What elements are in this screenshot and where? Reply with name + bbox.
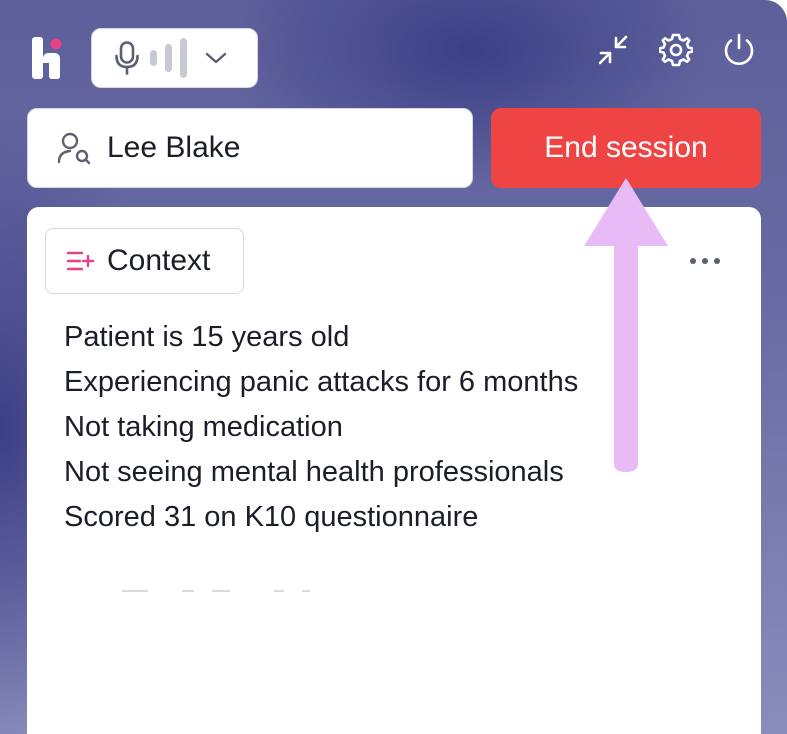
tab-context-label: Context <box>107 244 211 277</box>
context-note: Scored 31 on K10 questionnaire <box>64 501 479 533</box>
gear-icon[interactable] <box>659 33 693 67</box>
context-note: Patient is 15 years old <box>64 321 350 353</box>
tab-context[interactable]: Context <box>45 228 244 294</box>
patient-search-field[interactable]: Lee Blake <box>27 108 473 188</box>
audio-level-bars-icon <box>150 38 187 78</box>
app-window: Lee Blake End session Context Patient is… <box>0 0 787 734</box>
power-icon[interactable] <box>722 33 756 67</box>
list-add-icon <box>66 251 94 271</box>
faded-text-remnant <box>64 585 324 597</box>
context-note: Experiencing panic attacks for 6 months <box>64 366 579 398</box>
patient-name: Lee Blake <box>107 131 241 164</box>
microphone-dropdown[interactable] <box>91 28 258 88</box>
context-note: Not taking medication <box>64 411 343 443</box>
more-horizontal-icon[interactable] <box>690 255 722 267</box>
brand-logo-icon <box>32 37 62 79</box>
microphone-icon <box>115 41 139 75</box>
context-notes-list: Patient is 15 years old Experiencing pan… <box>64 319 578 544</box>
user-search-icon <box>57 132 91 165</box>
end-session-button[interactable]: End session <box>491 108 761 188</box>
context-note: Not seeing mental health professionals <box>64 456 564 488</box>
collapse-arrows-icon[interactable] <box>596 33 630 67</box>
context-card: Context Patient is 15 years old Experien… <box>27 207 761 734</box>
chevron-down-icon <box>205 52 227 64</box>
